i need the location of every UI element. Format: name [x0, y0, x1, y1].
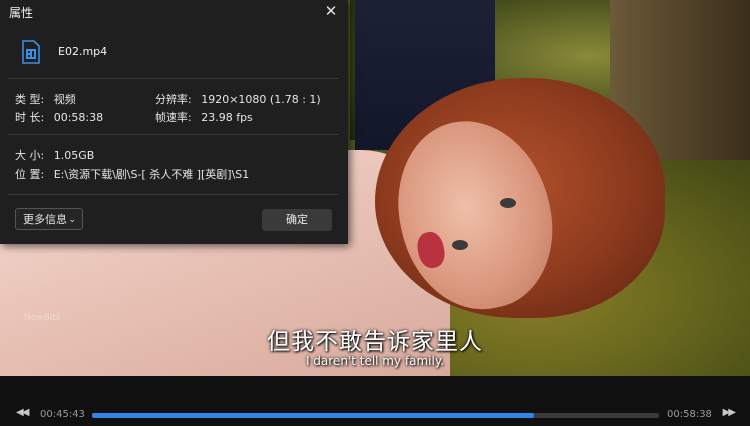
type-row: 类 型: 视频 [15, 91, 76, 107]
close-icon[interactable]: ✕ [323, 2, 339, 20]
progress-track[interactable] [92, 413, 659, 418]
location-label: 位 置: [15, 168, 45, 181]
location-value: E:\资源下载\剧\S-[ 杀人不难 ][英剧]\S1 [53, 168, 250, 181]
resolution-label: 分辨率: [155, 93, 192, 106]
dialog-title: 属性 [9, 6, 34, 20]
location-row: 位 置: E:\资源下载\剧\S-[ 杀人不难 ][英剧]\S1 [15, 166, 249, 182]
resolution-value: 1920×1080 (1.78 : 1) [201, 93, 321, 106]
size-value: 1.05GB [53, 149, 95, 162]
type-value: 视频 [53, 93, 76, 106]
more-info-button[interactable]: 更多信息 ⌄ [15, 208, 83, 230]
size-label: 大 小: [15, 149, 45, 162]
duration-value: 00:58:38 [53, 111, 104, 124]
framerate-row: 帧速率: 23.98 fps [155, 109, 253, 125]
properties-dialog: 属性 ✕ E02.mp4 类 型: 视频 分辨率: 1920×1080 (1.7… [0, 0, 348, 244]
scene-eye [500, 198, 516, 208]
duration-row: 时 长: 00:58:38 [15, 109, 103, 125]
divider [8, 134, 338, 135]
resolution-row: 分辨率: 1920×1080 (1.78 : 1) [155, 91, 321, 107]
framerate-value: 23.98 fps [201, 111, 253, 124]
framerate-label: 帧速率: [155, 111, 192, 124]
ok-button[interactable]: 确定 [262, 209, 332, 231]
subtitle-chinese: 但我不敢告诉家里人 [267, 329, 483, 355]
progress-fill [92, 413, 535, 418]
more-info-label: 更多信息 [23, 213, 67, 226]
control-bar [0, 376, 750, 426]
file-name: E02.mp4 [58, 45, 108, 58]
divider [8, 78, 338, 79]
total-time: 00:58:38 [667, 409, 712, 420]
chevron-down-icon: ⌄ [68, 215, 76, 225]
forward-icon[interactable]: ▶▶ [723, 407, 736, 418]
size-row: 大 小: 1.05GB [15, 147, 94, 163]
divider [8, 194, 338, 195]
scene-eye [452, 240, 468, 250]
current-time: 00:45:43 [40, 409, 85, 420]
type-label: 类 型: [15, 93, 45, 106]
video-file-icon [22, 40, 40, 64]
rewind-icon[interactable]: ◀◀ [16, 407, 29, 418]
subtitle-english: I daren't tell my family. [305, 354, 445, 368]
duration-label: 时 长: [15, 111, 45, 124]
